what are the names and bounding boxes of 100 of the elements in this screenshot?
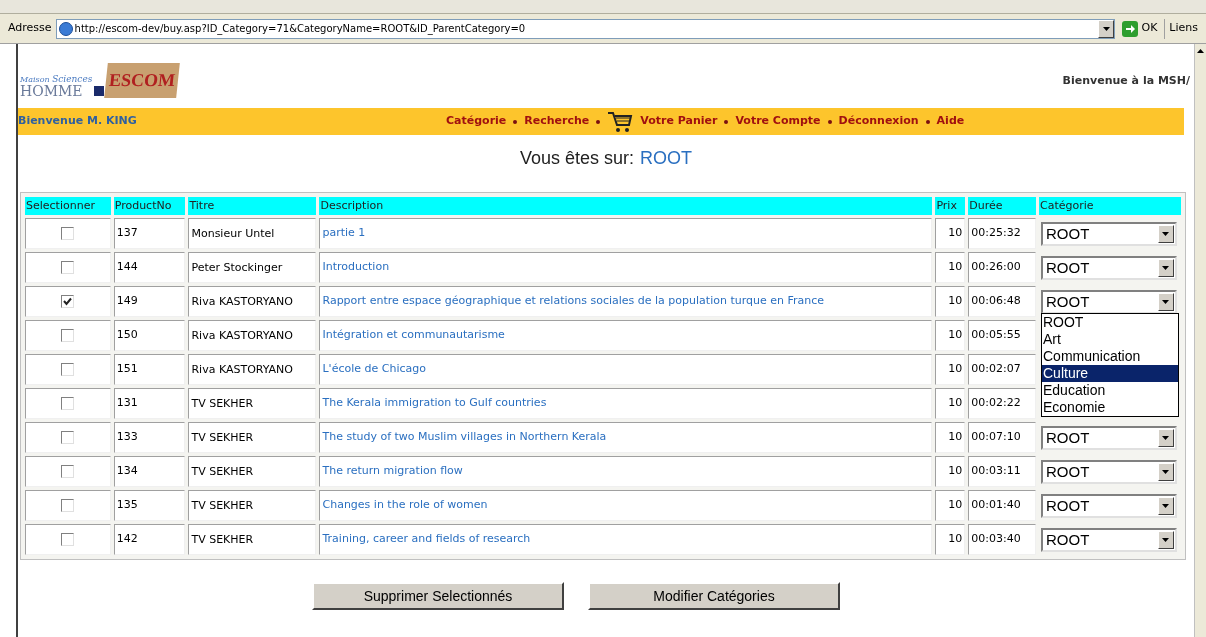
price-text: 10 [948, 396, 963, 410]
description-link[interactable]: Training, career and fields of research [322, 532, 531, 546]
dropdown-option[interactable]: Communication [1042, 348, 1178, 365]
product-number: 150 [116, 328, 138, 342]
user-greeting: Bienvenue M. KING [18, 113, 138, 130]
description-link[interactable]: The Kerala immigration to Gulf countries [322, 396, 547, 410]
product-number: 144 [116, 260, 138, 274]
location-value: ROOT [640, 147, 693, 170]
logo-drawing: Maison Sciences HOMME ESCOM [20, 54, 179, 98]
category-select[interactable]: ROOT [1041, 289, 1177, 314]
column-header: Selectionner [25, 197, 111, 215]
location-label: Vous êtes sur: [519, 147, 635, 170]
row-checkbox[interactable] [61, 396, 75, 410]
nav-link[interactable]: Catégorie [446, 113, 507, 130]
row-checkbox[interactable] [61, 362, 75, 376]
dropdown-option[interactable]: Culture [1042, 365, 1178, 382]
title-text: TV SEKHER [191, 533, 254, 546]
product-number: 149 [116, 294, 138, 308]
bullet-icon [513, 119, 518, 124]
product-number: 137 [116, 226, 138, 240]
product-number: 134 [116, 464, 138, 478]
bullet-icon [596, 119, 601, 124]
cart-icon [607, 109, 634, 134]
price-text: 10 [948, 362, 963, 376]
duration-text: 00:01:40 [971, 498, 1021, 512]
description-link[interactable]: The return migration flow [322, 464, 463, 478]
column-header: Titre [188, 197, 317, 215]
title-text: Riva KASTORYANO [191, 363, 293, 376]
column-header: Catégorie [1039, 197, 1181, 215]
nav-link[interactable]: Aide [936, 113, 965, 130]
duration-text: 00:05:55 [971, 328, 1021, 342]
price-text: 10 [948, 328, 963, 342]
category-select[interactable]: ROOT [1041, 425, 1177, 450]
description-link[interactable]: partie 1 [322, 226, 366, 240]
nav-link[interactable]: Déconnexion [838, 113, 919, 130]
column-header: Prix [935, 197, 966, 215]
description-link[interactable]: Changes in the role of women [322, 498, 488, 512]
row-checkbox[interactable] [61, 498, 75, 512]
category-select[interactable]: ROOT [1041, 255, 1177, 280]
title-text: Riva KASTORYANO [191, 295, 293, 308]
action-button[interactable]: Modifier Catégories [588, 582, 840, 610]
row-checkbox[interactable] [61, 430, 75, 444]
description-link[interactable]: Intégration et communautarisme [322, 328, 505, 342]
product-number: 142 [116, 532, 138, 546]
row-checkbox[interactable] [61, 226, 75, 240]
welcome-text: Bienvenue à la MSH/ [1062, 72, 1190, 89]
scrollbar[interactable] [1194, 44, 1206, 637]
product-number: 131 [116, 396, 138, 410]
row-checkbox[interactable] [61, 260, 75, 274]
duration-text: 00:25:32 [971, 226, 1021, 240]
price-text: 10 [948, 532, 963, 546]
nav-link[interactable]: Recherche [524, 113, 590, 130]
category-select[interactable]: ROOT [1041, 493, 1177, 518]
price-text: 10 [948, 260, 963, 274]
title-text: Monsieur Untel [191, 227, 275, 240]
links-label[interactable]: Liens [1169, 20, 1198, 37]
row-checkbox[interactable] [61, 464, 75, 478]
title-text: TV SEKHER [191, 431, 254, 444]
row-checkbox[interactable] [61, 294, 75, 308]
action-button[interactable]: Supprimer Selectionnés [312, 582, 564, 610]
price-text: 10 [948, 226, 963, 240]
description-link[interactable]: Introduction [322, 260, 390, 274]
page-icon [58, 21, 73, 36]
duration-text: 00:03:11 [971, 464, 1021, 478]
title-text: Riva KASTORYANO [191, 329, 293, 342]
product-number: 133 [116, 430, 138, 444]
duration-text: 00:02:22 [971, 396, 1021, 410]
category-select[interactable]: ROOT [1041, 527, 1177, 552]
address-label: Adresse [8, 20, 52, 37]
bullet-icon [827, 119, 832, 124]
dropdown-option[interactable]: Education [1042, 382, 1178, 399]
dropdown-option[interactable]: ROOT [1042, 314, 1178, 331]
title-text: Peter Stockinger [191, 261, 283, 274]
title-text: TV SEKHER [191, 465, 254, 478]
title-text: TV SEKHER [191, 397, 254, 410]
nav-link[interactable]: Votre Panier [640, 113, 718, 130]
category-select[interactable]: ROOT [1041, 221, 1177, 246]
description-link[interactable]: L'école de Chicago [322, 362, 426, 376]
row-checkbox[interactable] [61, 532, 75, 546]
duration-text: 00:07:10 [971, 430, 1021, 444]
column-header: Durée [968, 197, 1036, 215]
duration-text: 00:26:00 [971, 260, 1021, 274]
duration-text: 00:02:07 [971, 362, 1021, 376]
price-text: 10 [948, 430, 963, 444]
product-number: 151 [116, 362, 138, 376]
row-checkbox[interactable] [61, 328, 75, 342]
column-header: Description [319, 197, 933, 215]
title-text: TV SEKHER [191, 499, 254, 512]
dropdown-option[interactable]: Economie [1042, 399, 1178, 416]
price-text: 10 [948, 464, 963, 478]
price-text: 10 [948, 498, 963, 512]
column-header: ProductNo [113, 197, 186, 215]
go-button[interactable]: OK [1119, 17, 1161, 40]
product-number: 135 [116, 498, 138, 512]
dropdown-option[interactable]: Art [1042, 331, 1178, 348]
url-field[interactable]: http://escom-dev/buy.asp?ID_Category=71&CategoryName=ROOT&ID_ParentCategory=0 [55, 18, 1116, 39]
bullet-icon [724, 119, 729, 124]
category-select[interactable]: ROOT [1041, 459, 1177, 484]
price-text: 10 [948, 294, 963, 308]
nav-link[interactable]: Votre Compte [735, 113, 821, 130]
